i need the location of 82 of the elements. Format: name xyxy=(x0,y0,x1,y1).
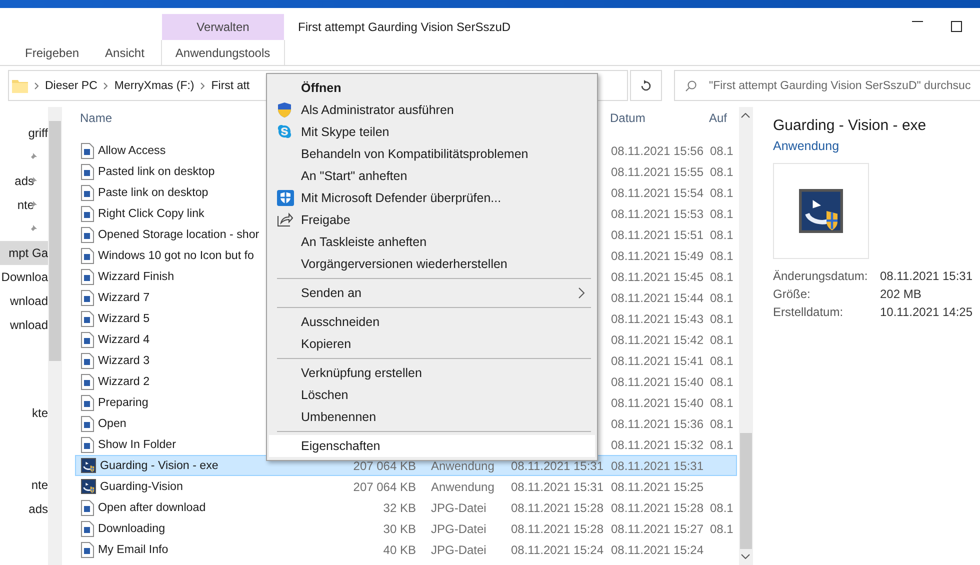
file-date: 08.11.2021 15:49 xyxy=(610,248,701,262)
file-name: Windows 10 got no Icon but fo xyxy=(98,249,254,262)
file-name: Opened Storage location - shor xyxy=(98,228,260,241)
file-date: 08.11.2021 15:31 xyxy=(510,480,601,494)
file-date: 08.1 xyxy=(709,438,731,452)
file-date: 08.1 xyxy=(709,228,731,242)
file-name: Downloading xyxy=(98,522,166,535)
file-date: 08.11.2021 15:27 xyxy=(610,522,701,536)
file-date: 08.1 xyxy=(709,270,731,284)
file-type: Anwendung xyxy=(430,480,496,494)
file-date: 08.1 xyxy=(709,416,731,430)
file-date: 08.11.2021 15:40 xyxy=(610,374,701,388)
file-name: Open after download xyxy=(98,501,206,514)
file-date: 08.11.2021 15:55 xyxy=(610,164,701,178)
file-size: 207 064 KB xyxy=(352,458,417,472)
file-date: 08.11.2021 15:40 xyxy=(610,396,701,410)
file-date: 08.11.2021 15:42 xyxy=(610,332,701,346)
file-name: Pasted link on desktop xyxy=(98,165,215,178)
file-date: 08.11.2021 15:24 xyxy=(510,542,601,556)
file-name: Preparing xyxy=(98,396,148,409)
file-date: 08.1 xyxy=(709,500,731,514)
file-name: Guarding-Vision xyxy=(100,480,183,493)
file-size: 30 KB xyxy=(382,522,417,536)
preview-title: Guarding - Vision - exe xyxy=(773,117,928,134)
file-name: Wizzard 2 xyxy=(98,375,150,388)
file-date: 08.11.2021 15:36 xyxy=(610,416,701,430)
file-size: 32 KB xyxy=(382,500,417,514)
file-date: 08.11.2021 15:51 xyxy=(610,228,701,242)
file-name: Guarding - Vision - exe xyxy=(100,459,218,472)
preview-subtitle: Anwendung xyxy=(773,139,840,153)
file-date: 08.1 xyxy=(709,186,731,200)
window-title: First attempt Gaurding Vision SerSszuD xyxy=(298,20,511,34)
property-value: 08.11.2021 15:31 xyxy=(880,269,973,283)
file-type: JPG-Datei xyxy=(430,522,488,536)
file-date: 08.1 xyxy=(709,144,731,158)
file-date: 08.11.2021 15:53 xyxy=(610,206,701,220)
file-name: Allow Access xyxy=(98,144,166,157)
file-type: JPG-Datei xyxy=(430,542,488,556)
file-date: 08.11.2021 15:32 xyxy=(610,438,701,452)
property-label: Änderungsdatum: xyxy=(773,269,869,283)
file-name: Wizzard 7 xyxy=(98,291,150,304)
file-name: Wizzard 3 xyxy=(98,354,150,367)
file-type: JPG-Datei xyxy=(430,500,488,514)
file-date: 08.11.2021 15:56 xyxy=(610,144,701,158)
file-date: 08.1 xyxy=(709,522,731,536)
file-date: 08.11.2021 15:41 xyxy=(610,354,701,368)
file-date: 08.11.2021 15:31 xyxy=(610,458,701,472)
file-date: 08.1 xyxy=(709,206,731,220)
file-date: 08.11.2021 15:28 xyxy=(510,522,601,536)
file-date: 08.1 xyxy=(709,248,731,262)
file-name: Wizzard 4 xyxy=(98,333,150,346)
property-value: 10.11.2021 14:25 xyxy=(880,305,973,319)
property-value: 202 MB xyxy=(880,287,922,301)
file-date: 08.1 xyxy=(709,290,731,304)
file-date: 08.11.2021 15:45 xyxy=(610,270,701,284)
file-name: Wizzard Finish xyxy=(98,270,174,283)
search-placeholder: "First attempt Gaurding Vision SerSszuD" durchsuc xyxy=(709,80,971,92)
file-date: 08.11.2021 15:44 xyxy=(610,290,701,304)
file-date: 08.11.2021 15:28 xyxy=(510,500,601,514)
file-date: 08.11.2021 15:31 xyxy=(510,458,601,472)
file-name: My Email Info xyxy=(98,543,168,556)
property-label: Größe: xyxy=(773,287,812,301)
file-date: 08.11.2021 15:28 xyxy=(610,500,701,514)
file-name: Right Click Copy link xyxy=(98,207,204,220)
file-date: 08.1 xyxy=(709,312,731,326)
file-date: 08.1 xyxy=(709,164,731,178)
file-name: Show In Folder xyxy=(98,438,176,451)
file-date: 08.1 xyxy=(709,332,731,346)
file-name: Open xyxy=(98,417,126,430)
file-date: 08.1 xyxy=(709,354,731,368)
property-label: Erstelldatum: xyxy=(773,305,844,319)
file-date: 08.11.2021 15:25 xyxy=(610,480,701,494)
file-date: 08.1 xyxy=(709,374,731,388)
file-type: Anwendung xyxy=(430,458,496,472)
file-date: 08.1 xyxy=(709,396,731,410)
file-size: 207 064 KB xyxy=(352,480,417,494)
file-date: 08.11.2021 15:54 xyxy=(610,186,701,200)
file-date: 08.11.2021 15:43 xyxy=(610,312,701,326)
file-date: 08.11.2021 15:24 xyxy=(610,542,701,556)
file-name: Wizzard 5 xyxy=(98,312,150,325)
file-name: Paste link on desktop xyxy=(98,186,208,199)
file-size: 40 KB xyxy=(382,542,417,556)
